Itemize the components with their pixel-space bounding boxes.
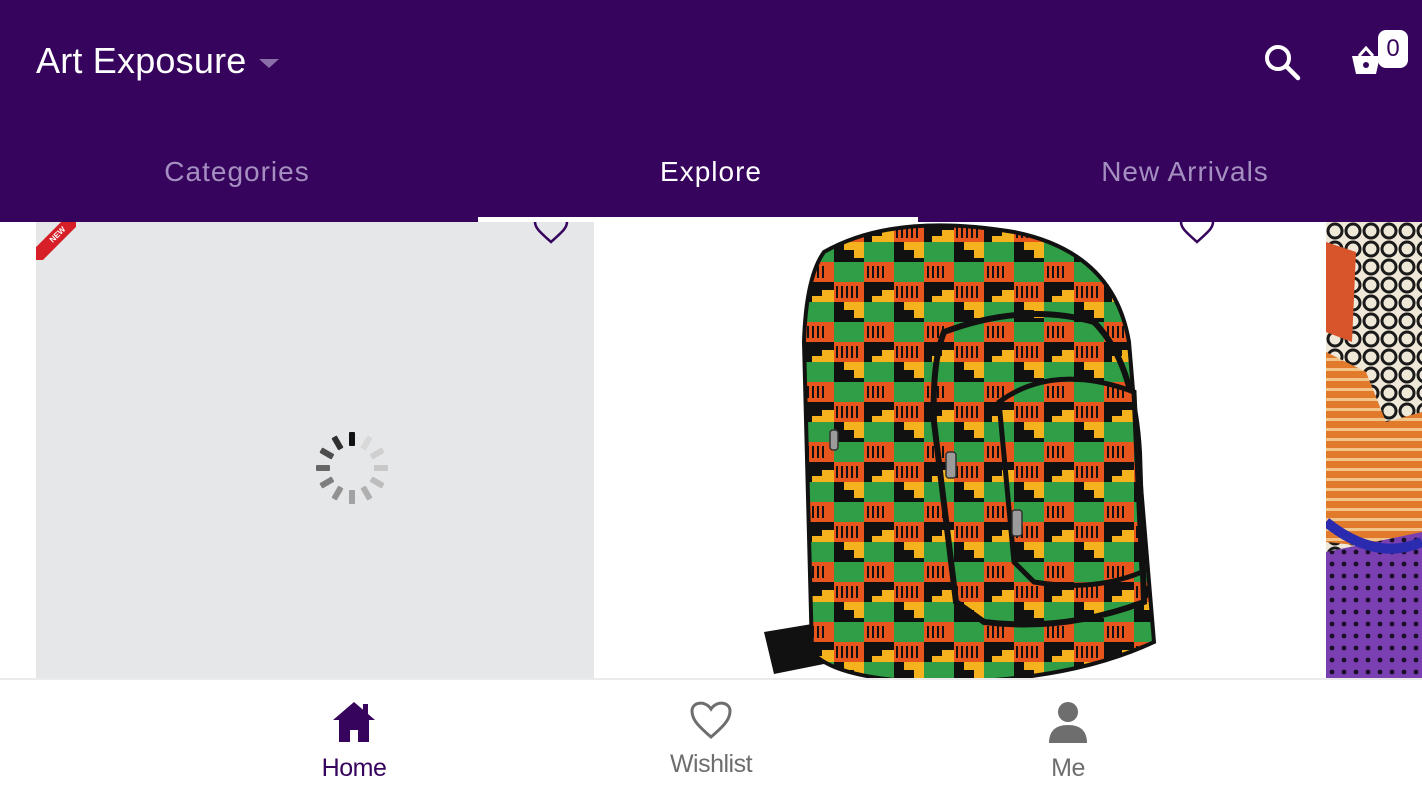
product-card-backpack[interactable] — [594, 222, 1326, 678]
nav-me[interactable]: Me — [988, 700, 1148, 790]
tab-categories[interactable]: Categories — [0, 140, 474, 222]
tab-new-arrivals[interactable]: New Arrivals — [948, 140, 1422, 222]
new-badge-label: NEW — [36, 222, 76, 260]
heart-outline-icon — [690, 701, 732, 739]
app-bar: Art Exposure 0 Categories Explore New Ar… — [0, 0, 1422, 222]
bottom-navigation: Home Wishlist Me — [0, 678, 1422, 800]
store-selector[interactable]: Art Exposure — [36, 38, 279, 84]
product-card-fabric[interactable] — [1326, 222, 1422, 678]
cart-count-badge: 0 — [1378, 30, 1408, 68]
product-card-loading[interactable] — [36, 222, 594, 678]
tab-explore[interactable]: Explore — [474, 140, 948, 222]
nav-home-label: Home — [321, 754, 387, 782]
home-icon — [333, 702, 375, 742]
heart-outline-icon[interactable] — [532, 222, 570, 244]
cart-button[interactable]: 0 — [1348, 30, 1414, 82]
loading-spinner-icon — [316, 432, 388, 504]
product-carousel: NEW — [0, 222, 1422, 678]
store-name: Art Exposure — [36, 40, 247, 81]
nav-home[interactable]: Home — [274, 700, 434, 790]
nav-wishlist-label: Wishlist — [669, 750, 753, 778]
nav-me-label: Me — [1051, 754, 1085, 782]
search-button[interactable] — [1262, 42, 1302, 82]
product-image-backpack — [764, 223, 1157, 678]
heart-outline-icon[interactable] — [1178, 222, 1216, 244]
nav-wishlist[interactable]: Wishlist — [631, 700, 791, 790]
person-icon — [1049, 702, 1087, 743]
search-icon — [1265, 45, 1301, 81]
caret-down-icon — [258, 58, 279, 68]
new-badge-ribbon: NEW — [36, 222, 76, 260]
top-tabs: Categories Explore New Arrivals — [0, 140, 1422, 222]
product-image-fabric — [1326, 222, 1422, 678]
